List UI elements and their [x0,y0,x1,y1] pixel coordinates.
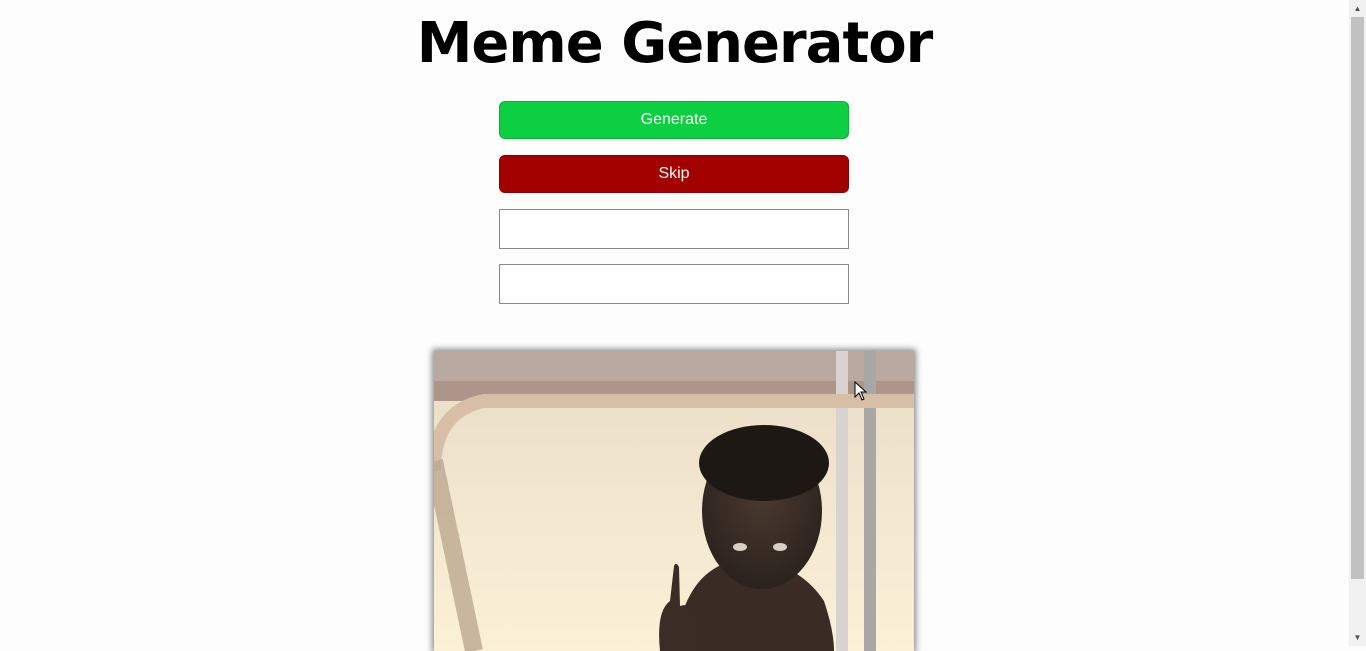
meme-image [434,351,914,651]
top-text-input[interactable] [499,209,849,249]
page: Meme Generator Generate Skip [0,0,1349,651]
bottom-text-input[interactable] [499,264,849,304]
meme-photo [434,351,914,651]
vertical-scrollbar[interactable]: ▲ ▼ [1349,0,1366,646]
scroll-down-icon[interactable]: ▼ [1349,629,1366,646]
page-title: Meme Generator [416,11,934,76]
skip-button[interactable]: Skip [499,155,849,193]
generate-button[interactable]: Generate [499,101,849,139]
mouse-cursor-icon [854,381,868,401]
scroll-up-icon[interactable]: ▲ [1349,0,1366,17]
scroll-thumb[interactable] [1351,17,1364,579]
